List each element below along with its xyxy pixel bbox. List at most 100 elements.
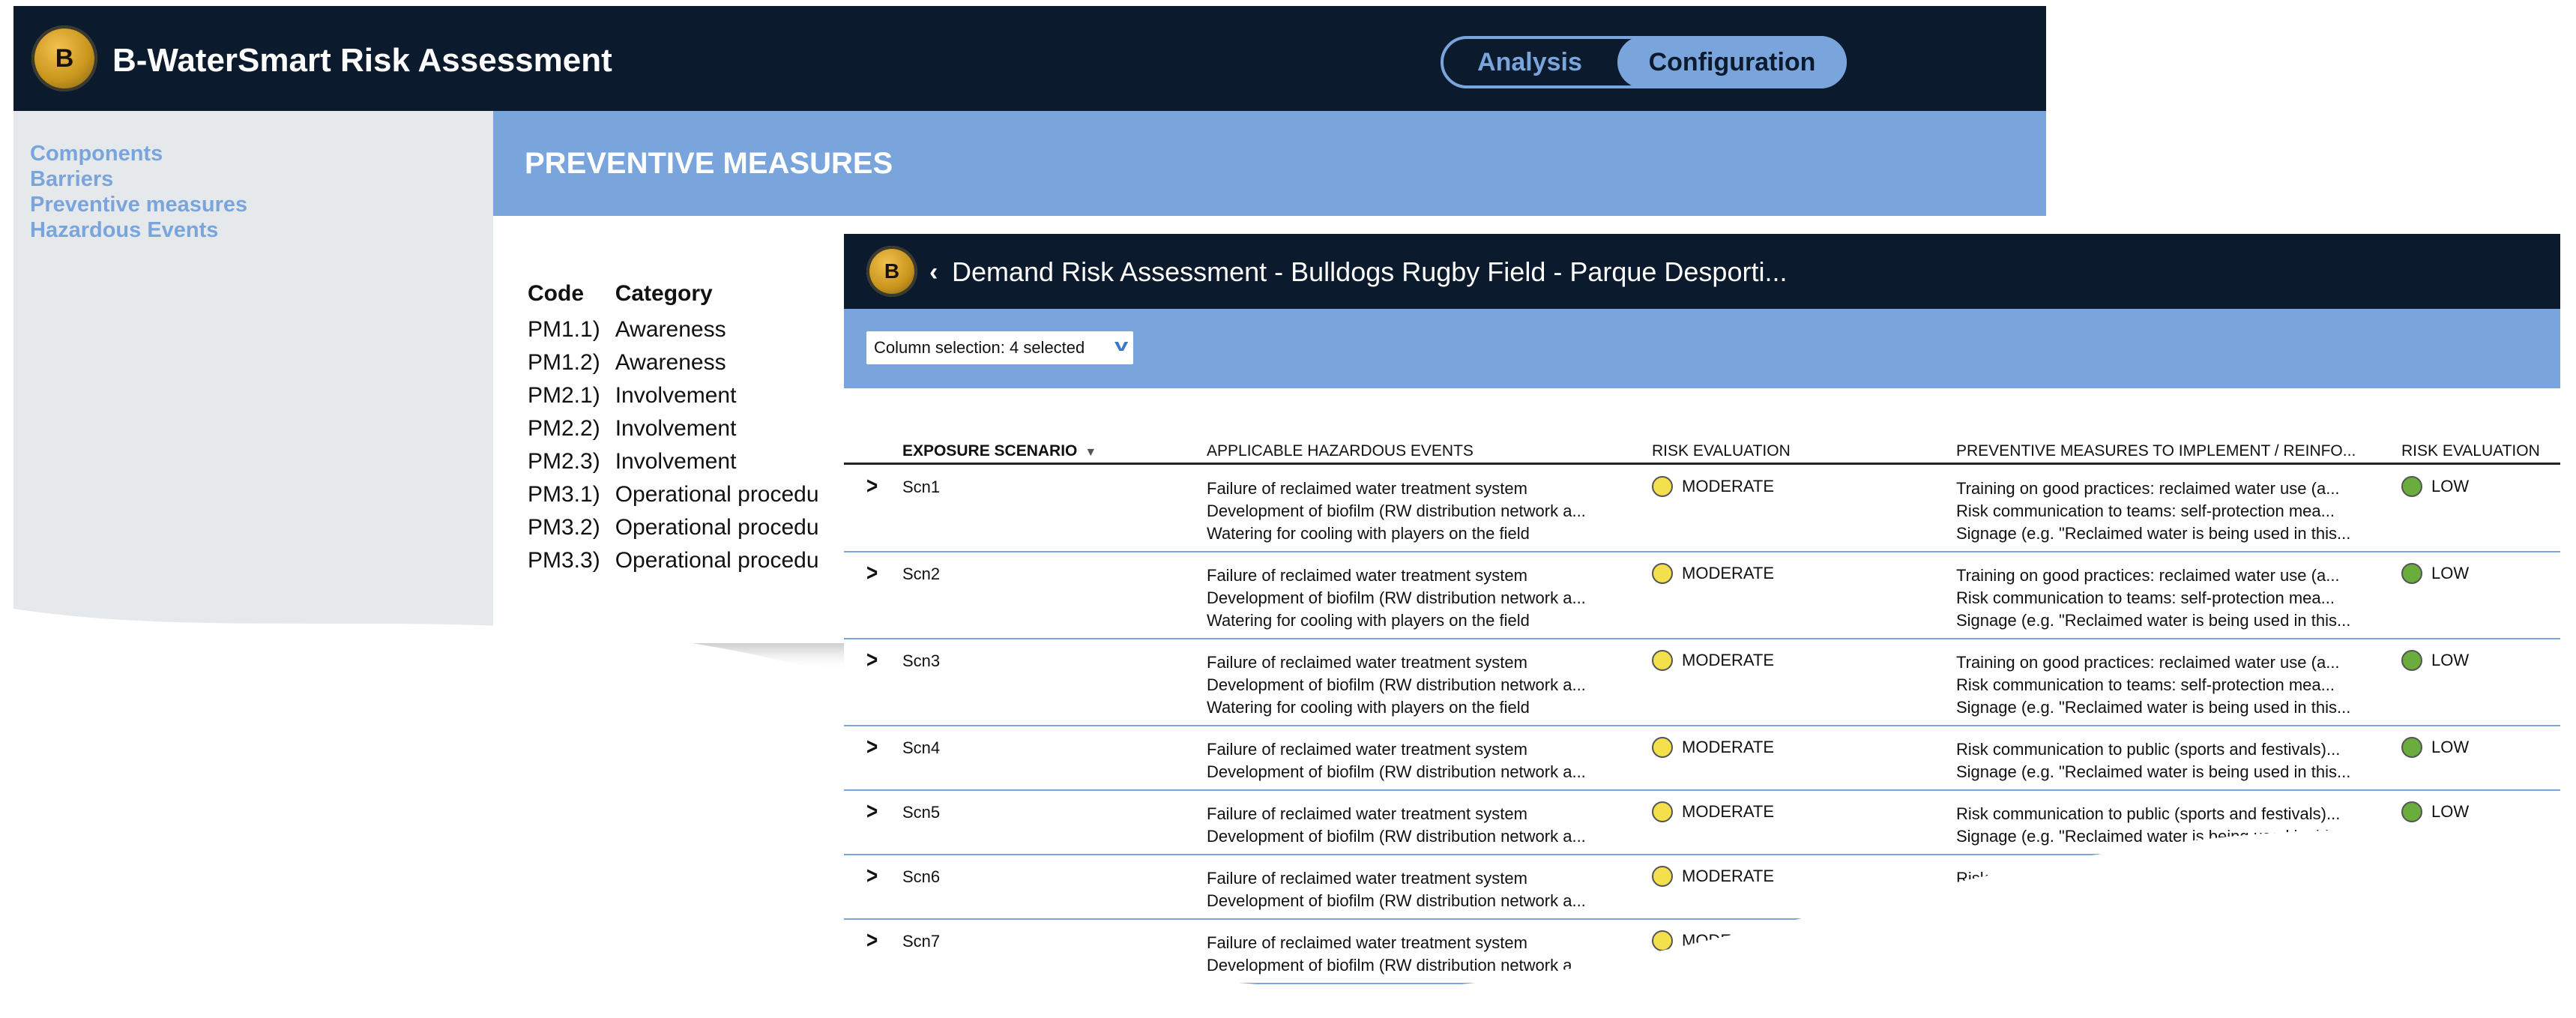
table-row[interactable]: > Scn6 Failure of reclaimed water treatmen… xyxy=(844,857,2560,920)
table-row[interactable]: > Scn1 Failure of reclaimed water treatmen… xyxy=(844,467,2560,552)
table-row[interactable]: PM3.2) Operational procedu xyxy=(528,511,834,544)
hazardous-event: Development of biofilm (RW distribution … xyxy=(1207,827,1586,846)
expand-chevron-icon[interactable]: > xyxy=(866,927,878,954)
expand-chevron-icon[interactable]: > xyxy=(866,559,878,587)
configuration-toggle-button[interactable]: Configuration xyxy=(1617,36,1847,88)
table-row[interactable]: PM3.1) Operational procedu xyxy=(528,478,834,511)
risk-evaluation: MODERATE xyxy=(1652,930,1774,951)
risk-level-label: LOW xyxy=(2431,477,2470,496)
risk-status-icon xyxy=(1652,737,1673,758)
measure-code: PM3.2) xyxy=(528,515,600,540)
hazardous-events-cell: Failure of reclaimed water treatment sys… xyxy=(1207,738,1626,783)
hazardous-event: Development of biofilm (RW distribution … xyxy=(1207,502,1586,520)
table-row[interactable]: Failure of reclaimed water treatment sys… xyxy=(844,986,2560,1006)
column-header-measures[interactable]: PREVENTIVE MEASURES TO IMPLEMENT / REINF… xyxy=(1956,442,2356,460)
preventive-measure: Signage (e.g. "Reclaimed water is being … xyxy=(1956,524,2351,543)
table-row[interactable]: PM3.3) Operational procedu xyxy=(528,544,834,577)
section-banner: PREVENTIVE MEASURES xyxy=(493,111,2046,216)
toolbar-banner: Column selection: 4 selected v xyxy=(844,309,2560,388)
risk-evaluation: MODERATE xyxy=(1652,801,1774,822)
column-header-residual-risk[interactable]: RISK EVALUATION xyxy=(2401,442,2540,460)
preventive-measures-cell: Training on good practices: reclaimed wa… xyxy=(1956,564,2376,632)
expand-chevron-icon[interactable]: > xyxy=(866,798,878,825)
hazardous-event: Watering for cooling with players on the… xyxy=(1207,611,1530,630)
sidebar-item[interactable]: Barriers xyxy=(30,166,493,192)
measure-category: Operational procedu xyxy=(615,548,819,573)
column-header-code: Code xyxy=(528,281,584,306)
preventive-measure: Signage (e.g. "Reclaimed water is being … xyxy=(1956,827,2351,846)
risk-level-label: MODERATE xyxy=(1682,564,1775,582)
table-row[interactable]: PM2.3) Involvement xyxy=(528,445,834,478)
preventive-measure: Training on good practices: reclaimed wa… xyxy=(1956,566,2340,585)
preventive-measure: Signage (e.g. "Reclaimed water is being … xyxy=(1956,698,2351,717)
hazardous-events-cell: Failure of reclaimed water treatment sys… xyxy=(1207,651,1626,719)
hazardous-event: Failure of reclaimed water treatment sys… xyxy=(1207,479,1527,498)
preventive-measure: Risk communication to public (sports and… xyxy=(1956,804,2341,823)
table-row[interactable]: > Scn2 Failure of reclaimed water treatmen… xyxy=(844,554,2560,639)
preventive-measures-table: Code Category PM1.1) Awareness PM1.2) Aware… xyxy=(528,277,834,577)
column-header-hazards[interactable]: APPLICABLE HAZARDOUS EVENTS xyxy=(1207,442,1473,460)
preventive-measures-cell: Risk communication to public (sports and… xyxy=(1956,867,2376,912)
risk-status-icon xyxy=(1652,801,1673,822)
risk-status-icon xyxy=(1652,866,1673,887)
hazardous-event: Failure of reclaimed water treatment sys… xyxy=(1207,869,1527,888)
scenario-name: Scn1 xyxy=(902,478,941,496)
risk-status-icon xyxy=(2401,801,2422,822)
preventive-measure: Signage (e.g. "Reclaimed water is being … xyxy=(1956,611,2351,630)
risk-status-icon xyxy=(2401,650,2422,671)
measure-category: Involvement xyxy=(615,449,737,474)
hazardous-events-cell: Failure of reclaimed water treatment sys… xyxy=(1207,564,1626,632)
scenario-name: Scn4 xyxy=(902,738,941,757)
expand-chevron-icon[interactable]: > xyxy=(866,733,878,761)
sidebar-item[interactable]: Hazardous Events xyxy=(30,217,493,243)
residual-risk-evaluation: LOW xyxy=(2401,801,2469,822)
scenario-name: Scn7 xyxy=(902,932,941,951)
risk-evaluation: MODERATE xyxy=(1652,866,1774,887)
measure-category: Involvement xyxy=(615,383,737,408)
preventive-measure: Risk communication to teams: self-protec… xyxy=(1956,502,2335,520)
preventive-measure: Training on good practices: reclaimed wa… xyxy=(1956,653,2340,672)
preventive-measures-cell: Risk communication to public (sports and… xyxy=(1956,803,2376,848)
column-selection-dropdown[interactable]: Column selection: 4 selected v xyxy=(866,331,1133,364)
table-row[interactable]: PM1.2) Awareness xyxy=(528,346,834,379)
hazardous-events-cell: Failure of reclaimed water treatment sys… xyxy=(1207,803,1626,848)
preventive-measure: Signage (e.g. "Reclaimed water is being … xyxy=(1956,762,2351,781)
sidebar-item[interactable]: Components xyxy=(30,141,493,166)
column-header-risk[interactable]: RISK EVALUATION xyxy=(1652,442,1791,460)
expand-chevron-icon[interactable]: > xyxy=(866,472,878,500)
table-row[interactable]: > Scn5 Failure of reclaimed water treatmen… xyxy=(844,792,2560,855)
measure-code: PM3.3) xyxy=(528,548,600,573)
risk-evaluation: MODERATE xyxy=(1652,563,1774,584)
preventive-measures-cell: Risk communication to public (sports and… xyxy=(1956,738,2376,783)
sidebar-nav: Components Barriers Preventive measures Haz… xyxy=(13,111,493,243)
column-header-exposure[interactable]: EXPOSURE SCENARIO ▼ xyxy=(902,442,1097,460)
hazardous-event: Development of biofilm (RW distribution … xyxy=(1207,762,1586,781)
measure-category: Awareness xyxy=(615,317,726,342)
expand-chevron-icon[interactable]: > xyxy=(866,646,878,674)
table-row[interactable]: > Scn3 Failure of reclaimed water treatmen… xyxy=(844,641,2560,726)
table-row[interactable]: PM2.2) Involvement xyxy=(528,412,834,445)
hazardous-event: Development of biofilm (RW distribution … xyxy=(1207,891,1586,910)
table-row[interactable]: PM1.1) Awareness xyxy=(528,313,834,346)
expand-chevron-icon[interactable]: > xyxy=(866,862,878,890)
table-row[interactable]: PM2.1) Involvement xyxy=(528,379,834,412)
risk-evaluation: MODERATE xyxy=(1652,650,1774,671)
back-chevron-icon[interactable]: ‹ xyxy=(929,258,938,287)
sort-desc-icon[interactable]: ▼ xyxy=(1085,446,1097,460)
risk-evaluation: MODERATE xyxy=(1652,476,1774,497)
sidebar-item[interactable]: Preventive measures xyxy=(30,192,493,217)
table-row[interactable]: > Scn4 Failure of reclaimed water treatmen… xyxy=(844,728,2560,791)
hazardous-event: Watering for cooling with players on the… xyxy=(1207,524,1530,543)
analysis-toggle-button[interactable]: Analysis xyxy=(1444,39,1616,85)
measure-code: PM2.3) xyxy=(528,449,600,474)
measure-code: PM2.1) xyxy=(528,383,600,408)
table-row[interactable]: > Scn7 Failure of reclaimed water treatmen… xyxy=(844,921,2560,984)
hazardous-event: Development of biofilm (RW distribution … xyxy=(1207,675,1586,694)
risk-level-label: MODERATE xyxy=(1682,477,1775,496)
risk-level-label: MODERATE xyxy=(1682,802,1775,821)
measure-category: Operational procedu xyxy=(615,482,819,507)
measure-code: PM2.2) xyxy=(528,416,600,441)
residual-risk-evaluation: LOW xyxy=(2401,737,2469,758)
preventive-measures-cell: Training on good practices: reclaimed wa… xyxy=(1956,478,2376,545)
measure-category: Awareness xyxy=(615,350,726,375)
